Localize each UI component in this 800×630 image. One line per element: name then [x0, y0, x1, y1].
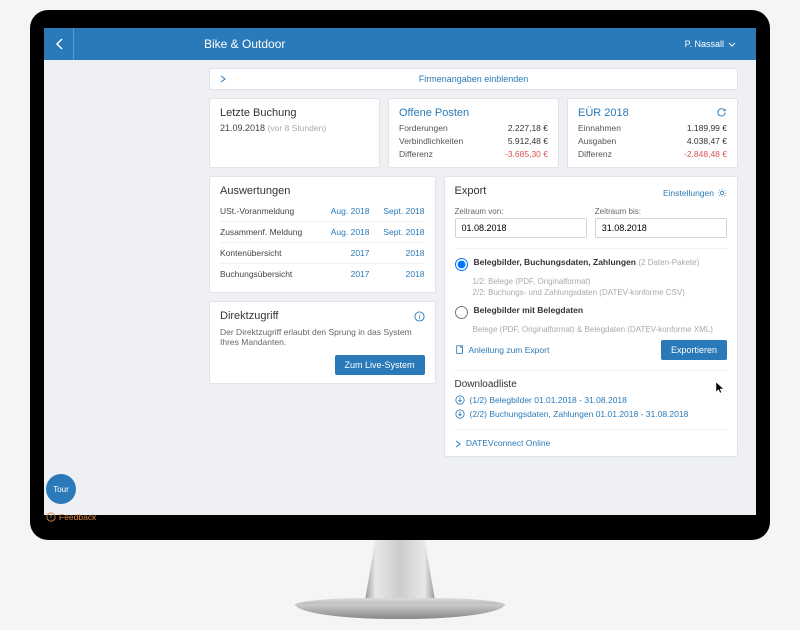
expand-company-info[interactable]: Firmenangaben einblenden — [209, 68, 738, 90]
card-title: Direktzugriff — [220, 310, 278, 322]
info-icon[interactable]: i — [414, 311, 425, 322]
card-title: Letzte Buchung — [220, 107, 369, 119]
row-ausgaben: Ausgaben4.038,47 € — [578, 136, 727, 146]
card-reports: Auswertungen USt.-Voranmeldung Aug. 2018… — [209, 176, 436, 293]
radio-input[interactable] — [455, 306, 468, 319]
export-button[interactable]: Exportieren — [661, 340, 727, 360]
gear-icon — [717, 188, 727, 198]
refresh-icon[interactable] — [716, 107, 727, 118]
report-row: Kontenübersicht 2017 2018 — [220, 243, 425, 264]
report-link[interactable]: Sept. 2018 — [370, 206, 425, 216]
card-export: Export Einstellungen Zeitraum von: Zeitr… — [444, 176, 738, 457]
report-link[interactable]: 2018 — [370, 269, 425, 279]
user-name: P. Nassall — [685, 39, 724, 49]
card-direct-access: Direktzugriff i Der Direktzugriff erlaub… — [209, 301, 436, 384]
date-to-input[interactable] — [595, 218, 727, 238]
row-verbindlichkeiten: Verbindlichkeiten5.912,48 € — [399, 136, 548, 146]
top-bar: Bike & Outdoor P. Nassall — [44, 28, 756, 60]
download-item[interactable]: (2/2) Buchungsdaten, Zahlungen 01.01.201… — [455, 409, 727, 419]
report-link[interactable]: Aug. 2018 — [315, 206, 370, 216]
from-label: Zeitraum von: — [455, 207, 587, 216]
page-title: Bike & Outdoor — [74, 37, 685, 51]
chevron-right-icon — [455, 440, 461, 448]
card-title: Export — [455, 185, 487, 197]
tour-button[interactable]: Tour — [46, 474, 76, 504]
download-icon — [455, 409, 465, 419]
card-open-items[interactable]: Offene Posten Forderungen2.227,18 € Verb… — [388, 98, 559, 168]
monitor-stand — [335, 540, 465, 630]
chevron-right-icon — [220, 75, 226, 83]
back-button[interactable] — [44, 28, 74, 60]
export-option-1[interactable]: Belegbilder, Buchungsdaten, Zahlungen (2… — [455, 257, 727, 271]
chevron-left-icon — [55, 38, 63, 50]
card-title: EÜR 2018 — [578, 107, 727, 119]
chevron-down-icon — [728, 42, 736, 47]
export-settings-link[interactable]: Einstellungen — [663, 188, 727, 198]
report-link[interactable]: 2017 — [315, 248, 370, 258]
downloads-title: Downloadliste — [455, 379, 727, 390]
card-last-booking: Letzte Buchung 21.09.2018 (vor 8 Stunden… — [209, 98, 380, 168]
alert-icon — [46, 512, 56, 515]
feedback-link[interactable]: Feedback — [46, 512, 96, 515]
report-link[interactable]: Sept. 2018 — [370, 227, 425, 237]
direct-text: Der Direktzugriff erlaubt den Sprung in … — [220, 327, 425, 347]
download-item[interactable]: (1/2) Belegbilder 01.01.2018 - 31.08.201… — [455, 395, 727, 405]
report-link[interactable]: 2018 — [370, 248, 425, 258]
report-row: Zusammenf. Meldung Aug. 2018 Sept. 2018 — [220, 222, 425, 243]
report-link[interactable]: Aug. 2018 — [315, 227, 370, 237]
report-row: USt.-Voranmeldung Aug. 2018 Sept. 2018 — [220, 201, 425, 222]
date-from-input[interactable] — [455, 218, 587, 238]
live-system-button[interactable]: Zum Live-System — [335, 355, 425, 375]
datev-connect-link[interactable]: DATEVconnect Online — [455, 429, 727, 448]
row-differenz: Differenz-2.848,48 € — [578, 149, 727, 159]
card-eur[interactable]: EÜR 2018 Einnahmen1.189,99 € Ausgaben4.0… — [567, 98, 738, 168]
export-option-2[interactable]: Belegbilder mit Belegdaten — [455, 305, 727, 319]
user-menu[interactable]: P. Nassall — [685, 39, 756, 49]
to-label: Zeitraum bis: — [595, 207, 727, 216]
row-einnahmen: Einnahmen1.189,99 € — [578, 123, 727, 133]
row-differenz: Differenz-3.685,30 € — [399, 149, 548, 159]
report-link[interactable]: 2017 — [315, 269, 370, 279]
last-booking-ago: (vor 8 Stunden) — [268, 123, 327, 133]
card-title: Offene Posten — [399, 107, 548, 119]
download-icon — [455, 395, 465, 405]
document-icon — [455, 345, 465, 355]
radio-input[interactable] — [455, 258, 468, 271]
svg-text:i: i — [418, 312, 420, 321]
cursor-icon — [715, 381, 725, 395]
card-title: Auswertungen — [220, 185, 425, 197]
expand-label: Firmenangaben einblenden — [419, 74, 529, 84]
row-forderungen: Forderungen2.227,18 € — [399, 123, 548, 133]
export-guide-link[interactable]: Anleitung zum Export — [455, 345, 550, 355]
report-row: Buchungsübersicht 2017 2018 — [220, 264, 425, 284]
last-booking-date: 21.09.2018 — [220, 123, 265, 133]
